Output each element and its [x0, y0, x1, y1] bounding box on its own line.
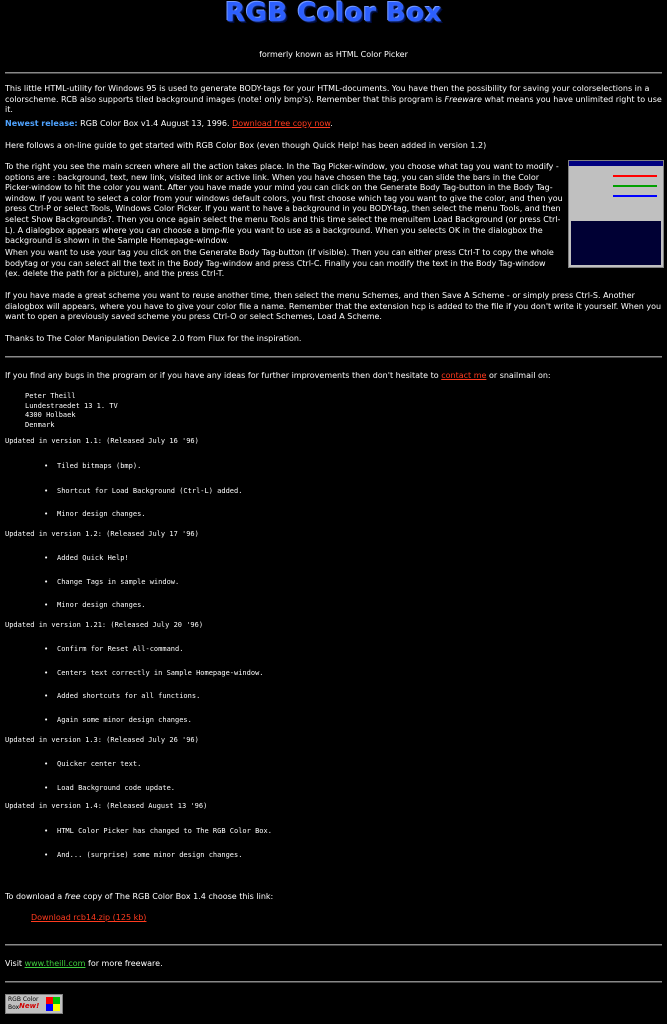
- thanks-line: Thanks to The Color Manipulation Device …: [5, 334, 302, 343]
- guide-paragraph-1: To the right you see the main screen whe…: [5, 162, 563, 246]
- page-title: RGB Color Box: [225, 0, 442, 28]
- contact-me-link[interactable]: contact me: [441, 371, 486, 380]
- version-heading: Updated in version 1.4: (Released August…: [5, 802, 208, 810]
- download-line: To download a free copy of The RGB Color…: [5, 892, 274, 901]
- rgb-color-box-badge[interactable]: RGB Color Box New!: [5, 994, 63, 1014]
- divider: [5, 981, 662, 983]
- guide-paragraph-2: When you want to use your tag you click …: [5, 248, 554, 279]
- program-screenshot: [568, 160, 664, 268]
- freeware-text: Freeware: [444, 94, 482, 104]
- divider: [5, 944, 662, 946]
- contact-line: If you find any bugs in the program or i…: [5, 371, 551, 380]
- download-now-link[interactable]: Download free copy now: [232, 119, 330, 128]
- version-heading: Updated in version 1.3: (Released July 2…: [5, 736, 199, 744]
- version-heading: Updated in version 1.1: (Released July 1…: [5, 437, 199, 445]
- intro-paragraph: This little HTML-utility for Windows 95 …: [5, 84, 662, 115]
- visit-line: Visit www.theill.com for more freeware.: [5, 959, 163, 968]
- guide-intro: Here follows a on-line guide to get star…: [5, 141, 487, 150]
- version-heading: Updated in version 1.21: (Released July …: [5, 621, 204, 629]
- color-box-icon: [46, 997, 60, 1011]
- guide-paragraph-3: If you have made a great scheme you want…: [5, 291, 662, 322]
- divider: [5, 356, 662, 358]
- postal-address: Peter Theill Lundestraedet 13 1. TV 4300…: [25, 392, 118, 429]
- divider: [5, 72, 662, 74]
- page-subtitle: formerly known as HTML Color Picker: [259, 50, 408, 59]
- theill-link[interactable]: www.theill.com: [25, 959, 86, 968]
- new-badge: New!: [19, 1002, 40, 1010]
- release-line: Newest release: RGB Color Box v1.4 Augus…: [5, 119, 333, 128]
- newest-release-label: Newest release:: [5, 119, 78, 128]
- download-zip-link[interactable]: Download rcb14.zip (125 kb): [31, 913, 146, 924]
- version-heading: Updated in version 1.2: (Released July 1…: [5, 530, 199, 538]
